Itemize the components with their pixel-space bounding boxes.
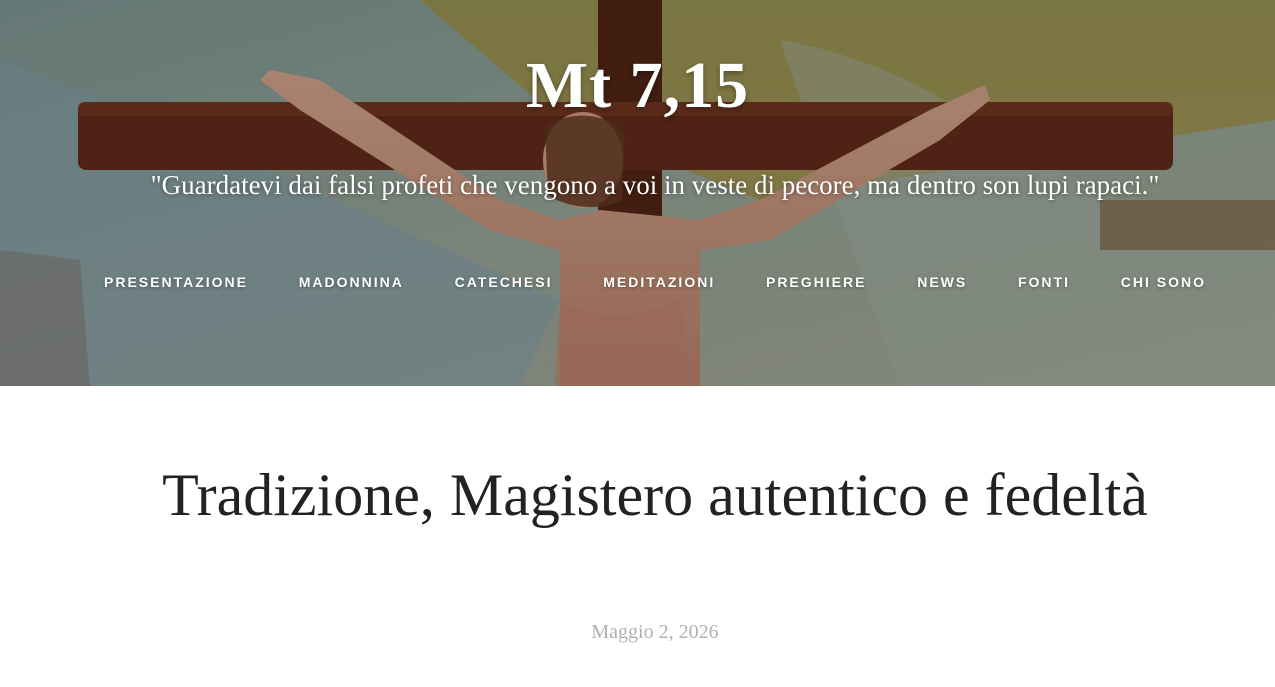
- post-title: Tradizione, Magistero autentico e fedelt…: [162, 462, 1148, 528]
- site-title[interactable]: Mt 7,15: [0, 48, 1275, 124]
- post-date: Maggio 2, 2026: [591, 621, 719, 643]
- nav-item-fonti[interactable]: FONTI: [994, 272, 1094, 292]
- nav-item-catechesi[interactable]: CATECHESI: [431, 272, 577, 292]
- nav-item-madonnina[interactable]: MADONNINA: [275, 272, 428, 292]
- nav-item-meditazioni[interactable]: MEDITAZIONI: [579, 272, 739, 292]
- nav-item-chi-sono[interactable]: CHI SONO: [1097, 272, 1230, 292]
- main-navigation: PRESENTAZIONE MADONNINA CATECHESI MEDITA…: [80, 270, 1230, 294]
- site-tagline: "Guardatevi dai falsi profeti che vengon…: [150, 170, 1160, 200]
- site-header: Mt 7,15 "Guardatevi dai falsi profeti ch…: [0, 0, 1275, 386]
- nav-item-presentazione[interactable]: PRESENTAZIONE: [80, 272, 272, 292]
- nav-item-preghiere[interactable]: PREGHIERE: [742, 272, 890, 292]
- nav-item-news[interactable]: NEWS: [893, 272, 991, 292]
